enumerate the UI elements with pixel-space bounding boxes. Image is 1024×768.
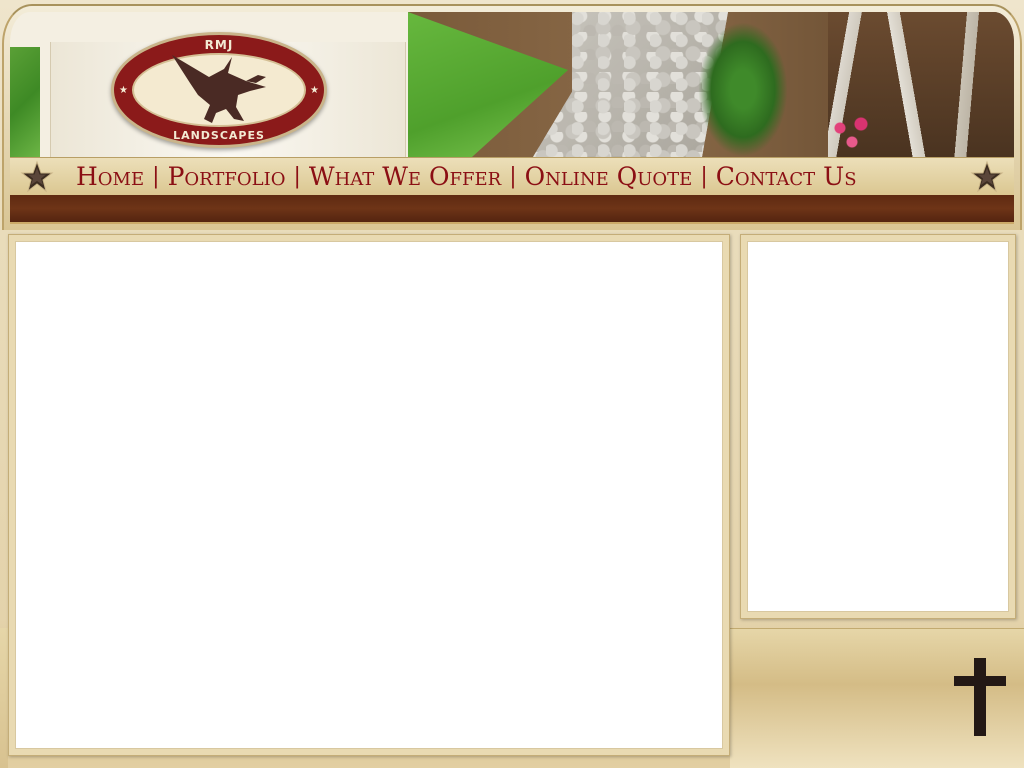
- logo-star-icon: ★: [310, 85, 319, 96]
- star-icon: [20, 160, 54, 193]
- nav-what-we-offer-link[interactable]: What We Offer: [309, 161, 501, 193]
- cross-icon: [954, 658, 1006, 736]
- main-navigation: Home | Portfolio | What We Offer | Onlin…: [10, 157, 1014, 195]
- sidebar-content-area: [747, 241, 1009, 612]
- nav-separator: |: [293, 164, 301, 189]
- logo-bottom-text: LANDSCAPES: [173, 129, 265, 142]
- sidebar-panel: [740, 234, 1016, 619]
- grass-strip-image: [10, 47, 40, 157]
- nav-portfolio-link[interactable]: Portfolio: [168, 161, 286, 193]
- nav-contact-us-link[interactable]: Contact Us: [716, 161, 857, 193]
- nav-links: Home | Portfolio | What We Offer | Onlin…: [76, 161, 857, 193]
- nav-separator: |: [700, 164, 708, 189]
- garden-photo: [408, 12, 1014, 157]
- nav-separator: |: [509, 164, 517, 189]
- header-brown-band: [10, 195, 1014, 224]
- nav-home-link[interactable]: Home: [76, 161, 144, 193]
- heron-icon: [172, 55, 266, 123]
- rmj-logo[interactable]: RMJ ★ ★ LANDSCAPES: [111, 32, 327, 148]
- lawn-image: [408, 12, 568, 157]
- logo-star-icon: ★: [119, 85, 128, 96]
- nav-separator: |: [152, 164, 160, 189]
- lower-left-band: [0, 628, 8, 768]
- main-content-area: [15, 241, 723, 749]
- flowers-image: [828, 112, 888, 152]
- star-icon: [970, 160, 1004, 193]
- shrub-image: [698, 22, 788, 157]
- nav-online-quote-link[interactable]: Online Quote: [525, 161, 693, 193]
- main-content-panel: [8, 234, 730, 756]
